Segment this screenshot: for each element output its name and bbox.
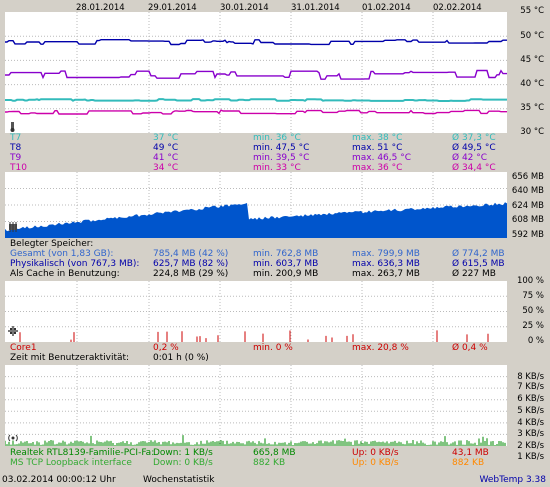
- timestamp: 03.02.2014 00:00:12 Uhr: [2, 475, 116, 485]
- activity-label: Zeit mit Benutzeraktivität:: [10, 353, 130, 363]
- cpu-name: Core1: [10, 343, 37, 353]
- series-line-t10: [5, 109, 507, 115]
- mem-name: Physikalisch (von 767,3 MB):: [10, 259, 140, 269]
- temp-name: T9: [10, 153, 22, 163]
- y-tick: 40 °C: [520, 79, 544, 89]
- temp-max: max. 38 °C: [352, 133, 403, 143]
- mem-avg: Ø 774,2 MB: [452, 249, 505, 259]
- mem-min: min. 200,9 MB: [253, 269, 319, 279]
- mem-cur: 785,4 MB (42 %): [153, 249, 229, 259]
- cpu-chart: [5, 281, 507, 342]
- net-up: Up: 0 KB/s: [352, 448, 399, 458]
- net-up: Up: 0 KB/s: [352, 458, 399, 468]
- memory-chart: [5, 172, 507, 238]
- temp-cur: 41 °C: [153, 153, 179, 163]
- y-tick: 5 KB/s: [517, 406, 544, 416]
- y-tick: 50 °C: [520, 31, 544, 41]
- y-tick: 55 °C: [520, 6, 544, 16]
- y-tick: 640 MB: [511, 186, 544, 196]
- net-uptotal: 43,1 MB: [452, 448, 489, 458]
- net-name: MS TCP Loopback interface: [10, 458, 132, 468]
- status-bar: 03.02.2014 00:00:12 Uhr Wochenstatistik …: [0, 474, 550, 487]
- temp-avg: Ø 49,5 °C: [452, 143, 496, 153]
- temp-max: max. 46,5 °C: [352, 153, 412, 163]
- y-tick: 50 %: [522, 306, 544, 316]
- thermometer-icon: [8, 122, 18, 132]
- memory-heading: Belegter Speicher:: [10, 239, 94, 249]
- activity-value: 0:01 h (0 %): [153, 353, 209, 363]
- temperature-chart: [5, 12, 507, 133]
- mode-label: Wochenstatistik: [143, 475, 215, 485]
- net-name: Realtek RTL8139-Familie-PCI-Fa:: [10, 448, 155, 458]
- temp-name: T8: [10, 143, 22, 153]
- temp-avg: Ø 42 °C: [452, 153, 488, 163]
- y-tick: 2 KB/s: [517, 441, 544, 451]
- mem-min: min. 603,7 MB: [253, 259, 319, 269]
- y-tick: 45 °C: [520, 55, 544, 65]
- y-tick: 7 KB/s: [517, 382, 544, 392]
- y-tick: 35 °C: [520, 103, 544, 113]
- y-tick: 30 °C: [520, 127, 544, 137]
- temp-avg: Ø 37,3 °C: [452, 133, 496, 143]
- temp-cur: 49 °C: [153, 143, 179, 153]
- net-uptotal: 882 KB: [452, 458, 485, 468]
- mem-min: min. 762,8 MB: [253, 249, 319, 259]
- mem-avg: Ø 615,5 MB: [452, 259, 505, 269]
- mem-max: max. 799,9 MB: [352, 249, 420, 259]
- y-tick: 624 MB: [511, 201, 544, 211]
- y-tick: 608 MB: [511, 215, 544, 225]
- series-line-t7: [5, 98, 507, 102]
- y-tick: 4 KB/s: [517, 418, 544, 428]
- y-tick: 100 %: [516, 276, 544, 286]
- net-downtotal: 665,8 MB: [253, 448, 296, 458]
- cpu-icon: [8, 326, 18, 336]
- mem-cur: 224,8 MB (29 %): [153, 269, 229, 279]
- cpu-min: min. 0 %: [253, 343, 293, 353]
- network-antenna-icon: [8, 433, 18, 443]
- memory-chip-icon: [8, 222, 18, 232]
- y-tick: 75 %: [522, 291, 544, 301]
- net-down: Down: 1 KB/s: [153, 448, 213, 458]
- network-chart: [5, 365, 507, 446]
- cpu-avg: Ø 0,4 %: [452, 343, 488, 353]
- mem-avg: Ø 227 MB: [452, 269, 496, 279]
- net-down: Down: 0 KB/s: [153, 458, 213, 468]
- cpu-cur: 0,2 %: [153, 343, 179, 353]
- temp-max: max. 51 °C: [352, 143, 403, 153]
- mem-max: max. 263,7 MB: [352, 269, 420, 279]
- series-line-t9: [5, 69, 507, 80]
- temp-min: min. 39,5 °C: [253, 153, 310, 163]
- mem-name: Als Cache in Benutzung:: [10, 269, 120, 279]
- y-tick: 6 KB/s: [517, 394, 544, 404]
- y-tick: 8 KB/s: [517, 372, 544, 382]
- y-tick: 25 %: [522, 321, 544, 331]
- y-tick: 0 %: [527, 336, 544, 346]
- y-tick: 656 MB: [511, 172, 544, 182]
- temp-cur: 37 °C: [153, 133, 179, 143]
- series-line-t8: [5, 39, 507, 46]
- mem-max: max. 636,3 MB: [352, 259, 420, 269]
- memory-area: [5, 202, 507, 238]
- cpu-max: max. 20,8 %: [352, 343, 409, 353]
- y-tick: 1 KB/s: [517, 452, 544, 462]
- temp-name: T7: [10, 133, 22, 143]
- mem-name: Gesamt (von 1,83 GB):: [10, 249, 114, 259]
- temp-min: min. 47,5 °C: [253, 143, 310, 153]
- y-tick: 592 MB: [511, 230, 544, 240]
- app-version[interactable]: WebTemp 3.38: [479, 475, 546, 485]
- temp-min: min. 36 °C: [253, 133, 301, 143]
- mem-cur: 625,7 MB (82 %): [153, 259, 229, 269]
- net-downtotal: 882 KB: [253, 458, 286, 468]
- y-tick: 3 KB/s: [517, 429, 544, 439]
